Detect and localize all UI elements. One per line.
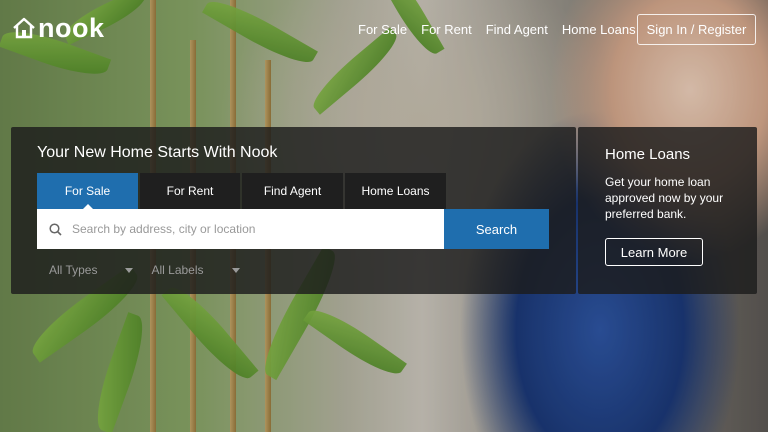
tab-for-sale[interactable]: For Sale bbox=[37, 173, 138, 210]
search-panel: Your New Home Starts With Nook For Sale … bbox=[11, 127, 576, 294]
nav-for-rent[interactable]: For Rent bbox=[421, 22, 472, 37]
label-filter-select[interactable]: All Labels bbox=[151, 263, 240, 277]
chevron-down-icon bbox=[231, 267, 240, 273]
search-field bbox=[37, 209, 444, 249]
brand-name: nook bbox=[38, 13, 105, 43]
brand-logo[interactable]: nook bbox=[12, 14, 105, 42]
search-icon bbox=[49, 222, 62, 236]
home-loans-card: Home Loans Get your home loan approved n… bbox=[578, 127, 757, 294]
learn-more-button[interactable]: Learn More bbox=[605, 238, 703, 266]
type-filter-label: All Types bbox=[49, 263, 98, 277]
chevron-down-icon bbox=[125, 267, 134, 273]
tab-for-rent[interactable]: For Rent bbox=[140, 173, 240, 209]
nav-for-sale[interactable]: For Sale bbox=[358, 22, 407, 37]
search-panel-title: Your New Home Starts With Nook bbox=[37, 144, 278, 161]
search-tabs: For Sale For Rent Find Agent Home Loans bbox=[37, 173, 446, 210]
top-nav: For Sale For Rent Find Agent Home Loans bbox=[358, 22, 650, 37]
nav-home-loans[interactable]: Home Loans bbox=[562, 22, 636, 37]
search-filters: All Types All Labels bbox=[49, 263, 240, 277]
tab-home-loans[interactable]: Home Loans bbox=[345, 173, 446, 209]
sign-in-register-button[interactable]: Sign In / Register bbox=[637, 14, 756, 45]
nav-find-agent[interactable]: Find Agent bbox=[486, 22, 548, 37]
type-filter-select[interactable]: All Types bbox=[49, 263, 134, 277]
home-loans-title: Home Loans bbox=[605, 146, 691, 163]
tab-find-agent[interactable]: Find Agent bbox=[242, 173, 343, 209]
search-button[interactable]: Search bbox=[444, 209, 549, 249]
search-row: Search bbox=[37, 209, 549, 249]
home-loans-description: Get your home loan approved now by your … bbox=[605, 175, 724, 221]
search-input[interactable] bbox=[70, 221, 434, 237]
label-filter-label: All Labels bbox=[151, 263, 204, 277]
house-icon bbox=[13, 17, 35, 39]
